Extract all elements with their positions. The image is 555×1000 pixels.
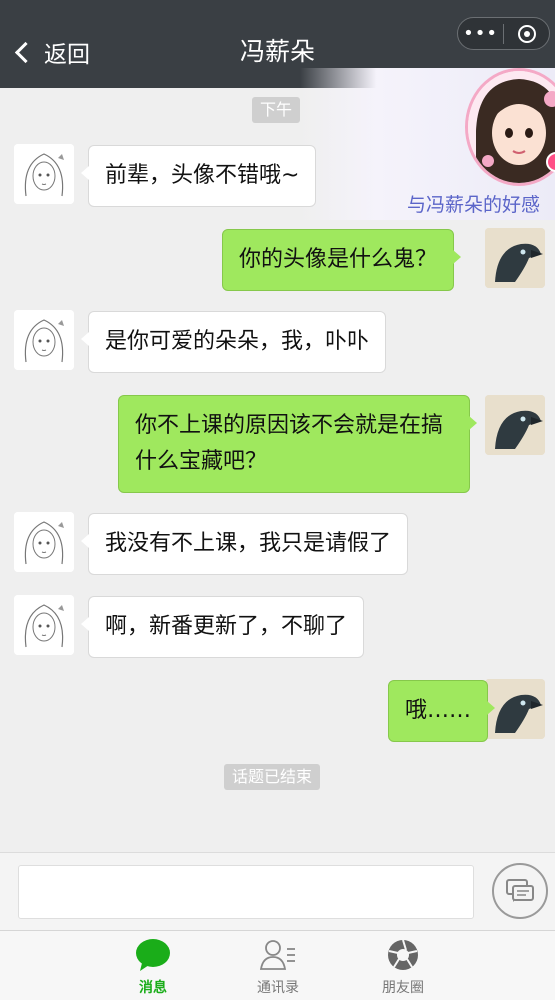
affection-label: 与冯薪朵的好感	[407, 194, 541, 216]
message-bubble: 哦……	[388, 680, 496, 742]
message-input[interactable]	[18, 865, 474, 919]
contacts-icon	[238, 935, 318, 975]
tab-contacts[interactable]: 通讯录	[238, 935, 318, 997]
message-bubble: 是你可爱的朵朵，我，卟卟	[80, 311, 387, 373]
self-avatar[interactable]	[485, 228, 545, 288]
moments-aperture-icon	[363, 935, 443, 975]
tab-bar: 消息 通讯录 朋友圈	[0, 930, 555, 1000]
message-bubble: 我没有不上课，我只是请假了	[80, 513, 409, 575]
chat-bubble-icon	[113, 935, 193, 975]
contact-avatar[interactable]	[14, 595, 74, 655]
send-chat-icon[interactable]	[492, 863, 548, 919]
contact-avatar[interactable]	[14, 512, 74, 572]
mini-program-capsule: •••	[457, 17, 550, 50]
time-label: 下午	[252, 97, 301, 123]
tab-label: 朋友圈	[382, 980, 424, 996]
target-circle-icon[interactable]	[504, 17, 549, 50]
topic-ended-label: 话题已结束	[224, 764, 321, 790]
message-bubble: 你的头像是什么鬼？	[222, 229, 462, 291]
self-avatar[interactable]	[485, 395, 545, 455]
portrait-avatar	[465, 68, 555, 186]
tab-moments[interactable]: 朋友圈	[363, 935, 443, 997]
contact-avatar[interactable]	[14, 144, 74, 204]
contact-avatar[interactable]	[14, 310, 74, 370]
message-bubble: 你不上课的原因该不会就是在搞什么宝藏吧？	[118, 395, 477, 493]
affection-panel[interactable]: 与冯薪朵的好感	[300, 68, 555, 220]
tab-messages[interactable]: 消息	[113, 935, 193, 997]
input-bar	[0, 852, 555, 930]
tab-label: 消息	[139, 980, 167, 996]
tab-label: 通讯录	[257, 980, 299, 996]
more-dots-icon[interactable]: •••	[458, 17, 503, 50]
message-bubble: 前辈，头像不错哦~	[80, 145, 317, 207]
message-bubble: 啊，新番更新了，不聊了	[80, 596, 365, 658]
